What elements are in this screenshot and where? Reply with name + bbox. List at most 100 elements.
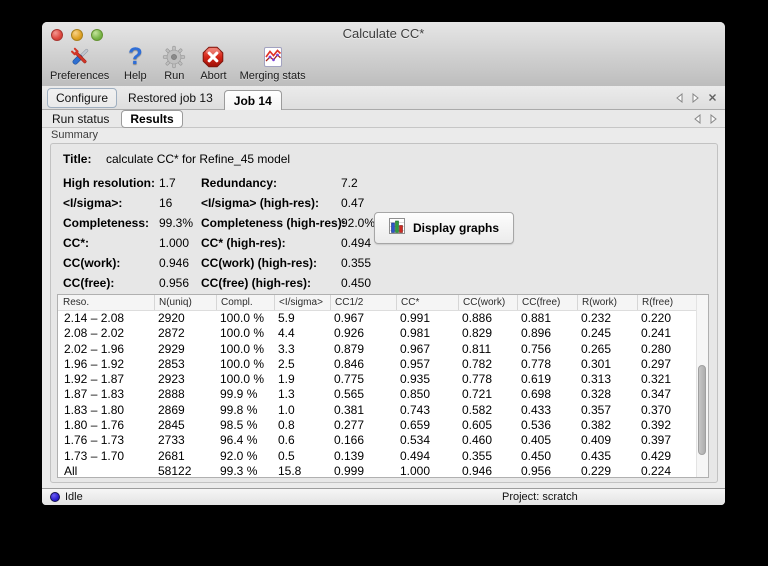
tab-scroll-left-icon[interactable] [676, 92, 683, 103]
table-cell: 0.382 [581, 418, 612, 433]
abort-button[interactable]: Abort [198, 44, 228, 82]
table-cell: 0.347 [641, 387, 672, 402]
tab-close-icon[interactable] [708, 93, 717, 102]
tab-job-14[interactable]: Job 14 [223, 90, 282, 110]
table-cell: 99.8 % [220, 402, 258, 417]
table-row[interactable]: 1.80 – 1.76 2845 98.5 % 0.8 0.277 0.659 0.605 0… [58, 418, 708, 433]
table-cell: 2888 [158, 387, 185, 402]
table-row[interactable]: All 58122 99.3 % 15.8 0.999 1.000 0.946 0.956 0.… [58, 463, 708, 478]
table-cell: 0.946 [462, 463, 493, 478]
table-cell: 0.224 [641, 463, 672, 478]
table-header-cell[interactable]: CC(work) [458, 295, 517, 310]
results-content: Summary Title: calculate CC* for Refine_… [42, 128, 725, 489]
table-cell: 0.494 [400, 448, 431, 463]
table-cell: 0.232 [581, 311, 612, 325]
table-header-cell[interactable]: CC(free) [517, 295, 577, 310]
preferences-button[interactable]: Preferences [48, 44, 111, 82]
table-cell: 98.5 % [220, 418, 258, 433]
table-header-cell[interactable]: R(free) [637, 295, 695, 310]
tab-run-status[interactable]: Run status [52, 112, 109, 126]
table-cell: 0.981 [400, 326, 431, 341]
stat-value: 0.494 [341, 236, 372, 250]
table-cell: 58122 [158, 463, 192, 478]
table-row[interactable]: 2.08 – 2.02 2872 100.0 % 4.4 0.926 0.981 0.829… [58, 326, 708, 341]
table-cell: 0.967 [400, 341, 431, 356]
table-row[interactable]: 1.83 – 1.80 2869 99.8 % 1.0 0.381 0.743 0.582 0… [58, 403, 708, 418]
stat-value: 16 [159, 196, 173, 210]
table-cell: 1.3 [278, 387, 295, 402]
stat-label: Redundancy: [201, 176, 278, 190]
toolbar-item-label: Abort [200, 70, 227, 82]
subtab-scroll-right-icon[interactable] [710, 113, 717, 124]
table-header-cell[interactable]: N(uniq) [154, 295, 216, 310]
table-header-cell[interactable]: R(work) [577, 295, 637, 310]
abort-icon [200, 44, 226, 70]
stat-label: <I/sigma>: [63, 196, 123, 210]
run-button[interactable]: Run [159, 44, 189, 82]
table-row[interactable]: 1.87 – 1.83 2888 99.9 % 1.3 0.565 0.850 0.721 0… [58, 387, 708, 402]
main-tab-controls [676, 86, 717, 109]
table-cell: 0.605 [462, 418, 493, 433]
help-button[interactable]: ? Help [120, 44, 150, 83]
tab-configure[interactable]: Configure [47, 87, 118, 108]
summary-stat-row: <I/sigma>: 16 <I/sigma> (high-res): 0.47 [51, 194, 717, 214]
table-row[interactable]: 1.92 – 1.87 2923 100.0 % 1.9 0.775 0.935 0.778… [58, 372, 708, 387]
table-cell: 0.280 [641, 341, 672, 356]
table-cell: 0.381 [334, 402, 365, 417]
summary-stat-row: CC(work): 0.946 CC(work) (high-res): 0.355 [51, 254, 717, 274]
table-cell: 100.0 % [220, 372, 265, 387]
run-icon [161, 44, 187, 70]
table-header-cell[interactable]: CC1/2 [330, 295, 396, 310]
table-scrollbar-thumb[interactable] [698, 365, 706, 455]
table-cell: 0.405 [521, 433, 552, 448]
table-cell: 2.5 [278, 356, 295, 371]
table-row[interactable]: 1.96 – 1.92 2853 100.0 % 2.5 0.846 0.957 0.782… [58, 357, 708, 372]
toolbar-item-label: Help [124, 70, 147, 82]
table-header-cell[interactable]: Reso. [58, 295, 154, 310]
table-cell: 0.536 [521, 418, 552, 433]
table-cell: 0.829 [462, 326, 493, 341]
table-cell: 1.000 [400, 463, 431, 478]
table-cell: 15.8 [278, 463, 302, 478]
table-cell: 0.245 [581, 326, 612, 341]
table-cell: 96.4 % [220, 433, 258, 448]
table-cell: 0.896 [521, 326, 552, 341]
table-cell: 0.619 [521, 372, 552, 387]
table-scrollbar[interactable] [696, 295, 708, 477]
table-cell: 2929 [158, 341, 185, 356]
tab-restored-job-13[interactable]: Restored job 13 [128, 91, 213, 105]
table-cell: 3.3 [278, 341, 295, 356]
table-cell: 2845 [158, 418, 185, 433]
table-row[interactable]: 2.14 – 2.08 2920 100.0 % 5.9 0.967 0.991 0.886… [58, 311, 708, 326]
table-cell: 0.582 [462, 402, 493, 417]
display-graphs-button[interactable]: Display graphs [374, 212, 515, 244]
table-cell: 0.370 [641, 402, 672, 417]
table-cell: 1.96 – 1.92 [64, 356, 125, 371]
subtab-scroll-left-icon[interactable] [694, 113, 701, 124]
summary-title-row: Title: calculate CC* for Refine_45 model [51, 152, 717, 170]
summary-panel: Title: calculate CC* for Refine_45 model… [50, 143, 718, 483]
merging-stats-button[interactable]: Merging stats [238, 44, 308, 82]
table-header-cell[interactable]: Compl. [216, 295, 274, 310]
table-row[interactable]: 1.73 – 1.70 2681 92.0 % 0.5 0.139 0.494 0.355 0… [58, 449, 708, 464]
table-cell: 0.999 [334, 463, 365, 478]
stat-label: High resolution: [63, 176, 155, 190]
tab-scroll-right-icon[interactable] [692, 92, 699, 103]
table-cell: 0.782 [462, 356, 493, 371]
table-row[interactable]: 1.76 – 1.73 2733 96.4 % 0.6 0.166 0.534 0.460 0… [58, 433, 708, 448]
table-cell: 0.435 [581, 448, 612, 463]
table-cell: 2681 [158, 448, 185, 463]
stat-label: CC* (high-res): [201, 236, 286, 250]
tab-results[interactable]: Results [121, 109, 183, 128]
table-header-cell[interactable]: CC* [396, 295, 458, 310]
app-window: Calculate CC* Preferences ? Help Run Abo… [42, 22, 725, 505]
status-indicator-icon [50, 492, 60, 502]
sub-tab-bar: Run status Results [42, 109, 725, 128]
table-cell: 0.698 [521, 387, 552, 402]
table-row[interactable]: 2.02 – 1.96 2929 100.0 % 3.3 0.879 0.967 0.811… [58, 342, 708, 357]
table-header-cell[interactable]: <I/sigma> [274, 295, 330, 310]
table-cell: 0.241 [641, 326, 672, 341]
titlebar[interactable]: Calculate CC* [42, 22, 725, 44]
table-cell: 0.277 [334, 418, 365, 433]
table-cell: 0.565 [334, 387, 365, 402]
